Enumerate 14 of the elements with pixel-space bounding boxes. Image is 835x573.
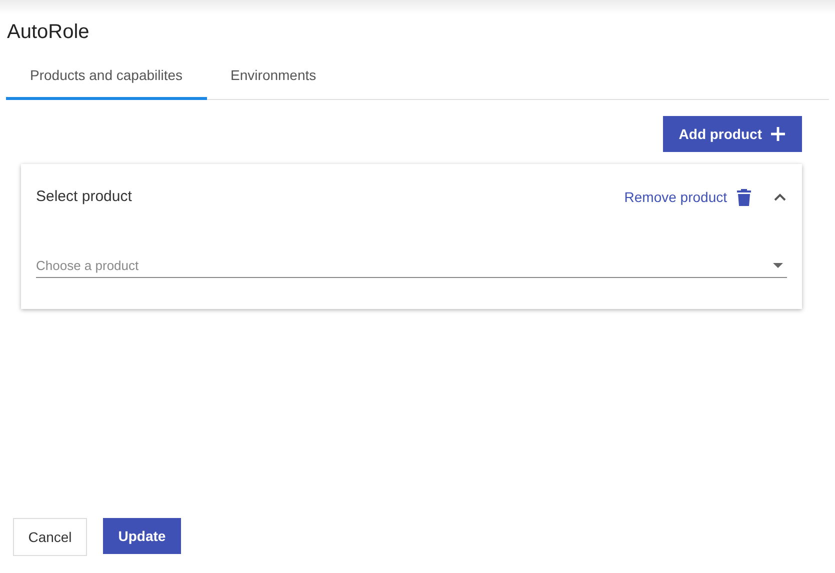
chevron-icon	[774, 193, 786, 201]
add-product-button[interactable]: Add product	[662, 116, 802, 152]
trash-icon[interactable]	[737, 188, 751, 206]
plus-icon	[770, 126, 786, 142]
update-button[interactable]: Update	[103, 518, 181, 554]
tab[interactable]: Products and capabilites	[6, 54, 207, 100]
select-placeholder: Choose a product	[36, 256, 139, 275]
tab[interactable]: Environments	[206, 54, 340, 100]
product-select[interactable]: Choose a product	[36, 254, 787, 278]
dropdown-icon	[773, 263, 783, 268]
page-title: AutoRole	[6, 20, 90, 45]
card-title: Select product	[36, 186, 132, 207]
remove-product-link[interactable]: Remove product	[624, 186, 727, 208]
cancel-button[interactable]: Cancel	[13, 518, 87, 556]
